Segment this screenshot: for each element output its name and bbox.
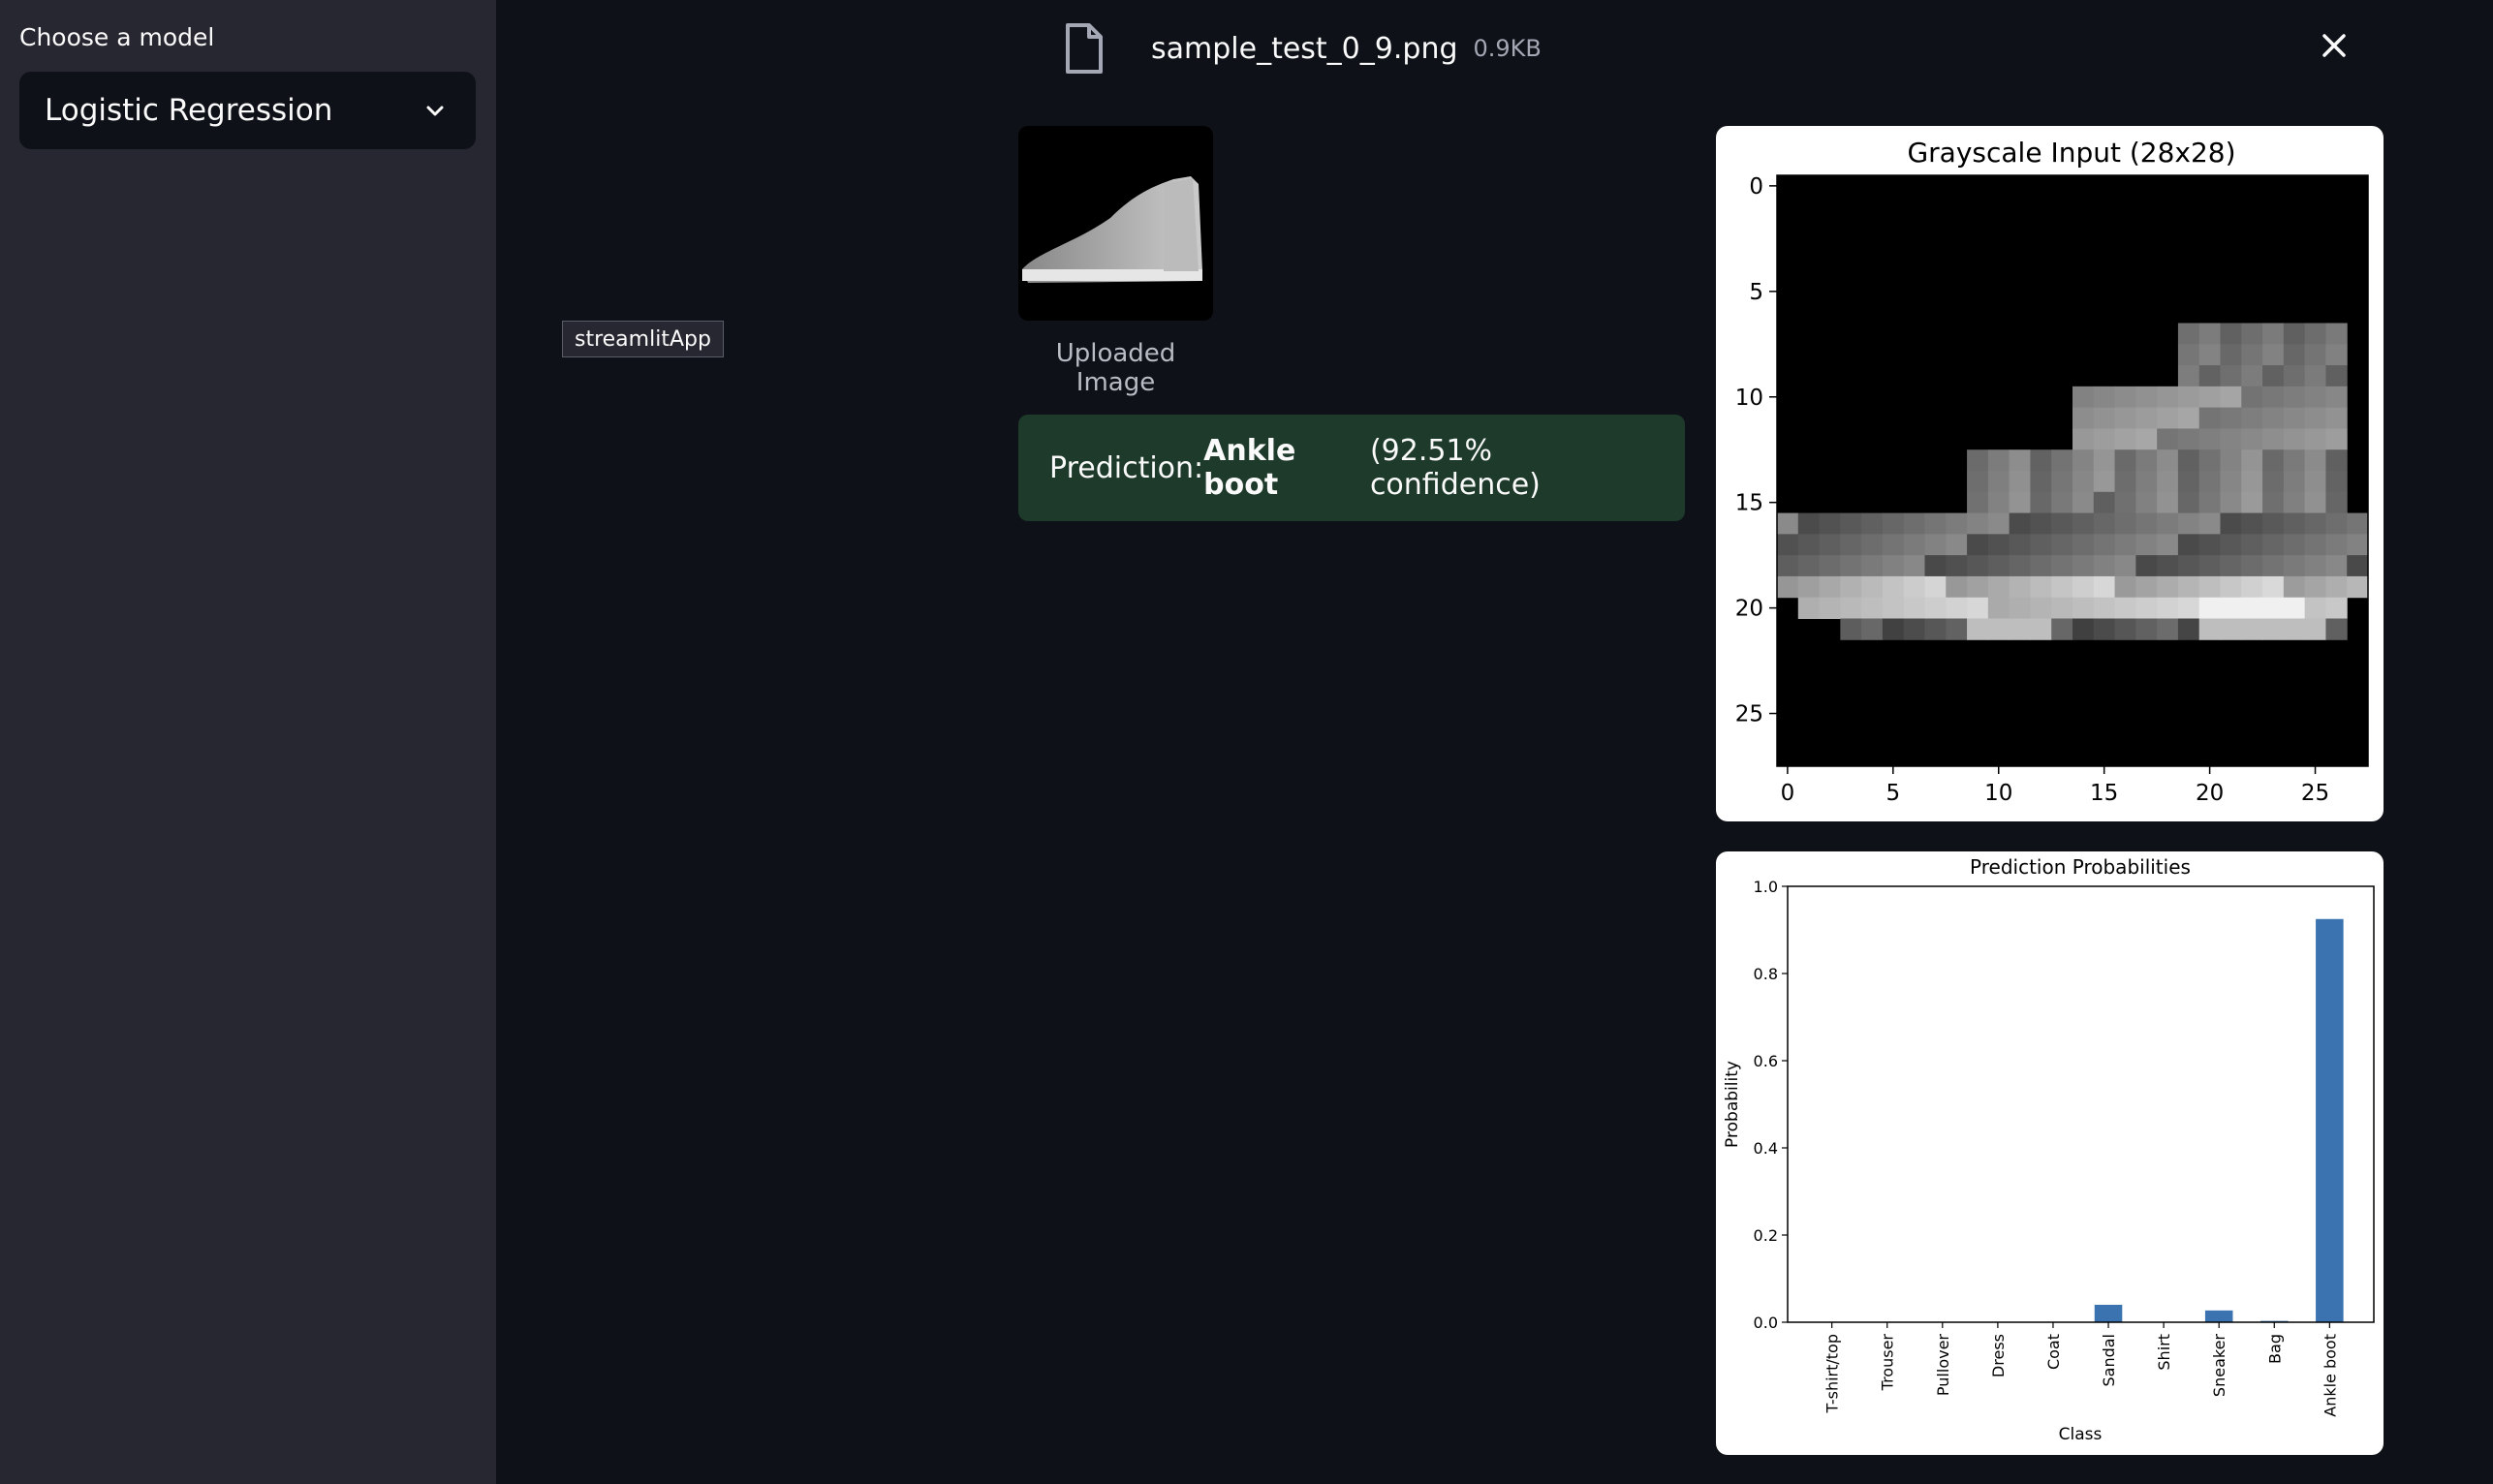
heatmap-y-tick: 10 <box>1735 386 1763 411</box>
chevron-down-icon <box>420 95 451 126</box>
close-icon[interactable] <box>2314 25 2354 66</box>
model-select[interactable]: Logistic Regression <box>19 72 476 149</box>
bar-sneaker <box>2204 1310 2233 1322</box>
heatmap-image <box>1777 175 2369 766</box>
heatmap-x-tick: 10 <box>1984 781 2012 806</box>
bar-y-tick: 0.8 <box>1754 965 1778 983</box>
bar-x-tick: Trouser <box>1879 1334 1897 1392</box>
heatmap-y-tick: 25 <box>1735 702 1763 727</box>
grayscale-input-chart: Grayscale Input (28x28) 0 5 10 15 20 25 0 5 10 15… <box>1716 126 2384 821</box>
bar-chart-xlabel: Class <box>2059 1425 2103 1444</box>
bar-x-tick: Shirt <box>2155 1334 2173 1371</box>
prediction-label: Ankle boot <box>1203 434 1296 502</box>
app-tag: streamlitApp <box>562 321 724 357</box>
bar-y-tick: 0.6 <box>1754 1052 1778 1070</box>
bar-x-tick: Pullover <box>1934 1334 1952 1397</box>
prediction-prefix: Prediction: <box>1049 450 1204 485</box>
prediction-probabilities-chart: Prediction Probabilities 0.0 0.2 0.4 0.6 0.8… <box>1716 851 2384 1455</box>
bar-x-tick: T-shirt/top <box>1823 1334 1842 1413</box>
heatmap-y-tick: 15 <box>1735 491 1763 516</box>
bar-x-tick: Bag <box>2265 1334 2284 1364</box>
heatmap-y-tick: 20 <box>1735 597 1763 622</box>
prediction-result: Prediction: Ankle boot (92.51% confidenc… <box>1018 415 1685 521</box>
model-select-label: Choose a model <box>19 23 215 51</box>
bar-x-tick: Ankle boot <box>2321 1334 2339 1417</box>
heatmap-y-tick: 0 <box>1749 174 1763 200</box>
heatmap-x-tick: 20 <box>2196 781 2224 806</box>
model-select-value: Logistic Regression <box>45 93 333 128</box>
file-name: sample_test_0_9.png <box>1151 31 1458 66</box>
bar-y-tick: 0.0 <box>1754 1314 1778 1332</box>
bar-chart-ylabel: Probability <box>1723 1061 1742 1148</box>
heatmap-title: Grayscale Input (28x28) <box>1907 137 2235 169</box>
heatmap-x-tick: 5 <box>1886 781 1901 806</box>
bar-ankle-boot <box>2316 918 2344 1322</box>
heatmap-x-tick: 15 <box>2090 781 2118 806</box>
bar-x-tick: Coat <box>2044 1334 2063 1370</box>
heatmap-y-tick: 5 <box>1749 280 1763 305</box>
uploaded-image <box>1018 126 1213 321</box>
bar-x-tick: Dress <box>1989 1334 2008 1377</box>
bar-sandal <box>2094 1305 2123 1322</box>
bar-x-tick: Sandal <box>2100 1334 2118 1387</box>
bar-y-tick: 1.0 <box>1754 878 1778 896</box>
bar-y-tick: 0.2 <box>1754 1226 1778 1245</box>
uploaded-image-caption: Uploaded Image <box>1055 339 1176 397</box>
file-icon <box>1060 21 1108 76</box>
uploaded-file-row: sample_test_0_9.png 0.9KB <box>1060 19 1542 77</box>
prediction-confidence: (92.51% confidence) <box>1369 434 1541 502</box>
sidebar: Choose a model Logistic Regression <box>0 0 496 1484</box>
bar-chart-title: Prediction Probabilities <box>1970 855 2191 879</box>
bar-x-tick: Sneaker <box>2210 1334 2228 1397</box>
file-size: 0.9KB <box>1473 35 1542 62</box>
heatmap-x-tick: 25 <box>2301 781 2329 806</box>
heatmap-x-tick: 0 <box>1781 781 1795 806</box>
bar-y-tick: 0.4 <box>1754 1139 1778 1158</box>
